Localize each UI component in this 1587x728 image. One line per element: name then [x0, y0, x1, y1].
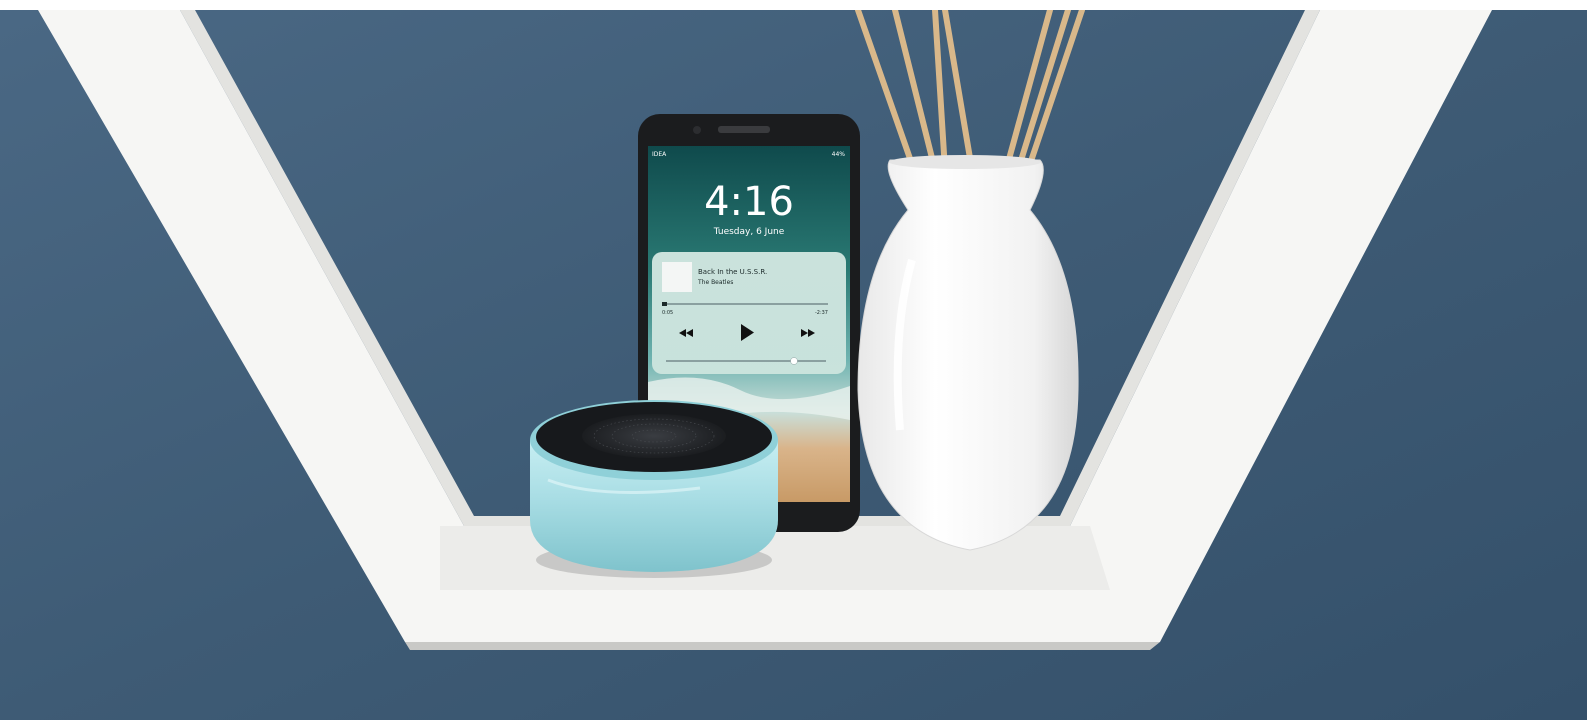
camera-icon	[693, 126, 701, 134]
remaining-time: -2:37	[815, 310, 828, 316]
volume-track[interactable]	[666, 360, 826, 362]
earpiece	[718, 126, 770, 133]
progress-track[interactable]	[662, 303, 828, 305]
song-title: Back In the U.S.S.R.	[698, 268, 767, 276]
photo-scene: IDEA 44% 4:16 Tuesday, 6 June Back In th…	[0, 0, 1587, 728]
artist-name: The Beatles	[697, 279, 733, 286]
scene-illustration: IDEA 44% 4:16 Tuesday, 6 June Back In th…	[0, 10, 1587, 720]
wall-photo: IDEA 44% 4:16 Tuesday, 6 June Back In th…	[0, 10, 1587, 720]
battery-label: 44%	[832, 151, 846, 158]
progress-fill	[662, 302, 667, 306]
now-playing-card: Back In the U.S.S.R. The Beatles 0:05 -2…	[652, 252, 846, 374]
elapsed-time: 0:05	[662, 310, 673, 316]
lock-time: 4:16	[704, 179, 794, 225]
lock-date: Tuesday, 6 June	[713, 227, 785, 237]
speaker-grille	[582, 414, 726, 458]
volume-knob[interactable]	[790, 357, 798, 365]
album-art	[662, 262, 692, 292]
carrier-label: IDEA	[652, 151, 667, 158]
bluetooth-speaker	[530, 400, 778, 578]
